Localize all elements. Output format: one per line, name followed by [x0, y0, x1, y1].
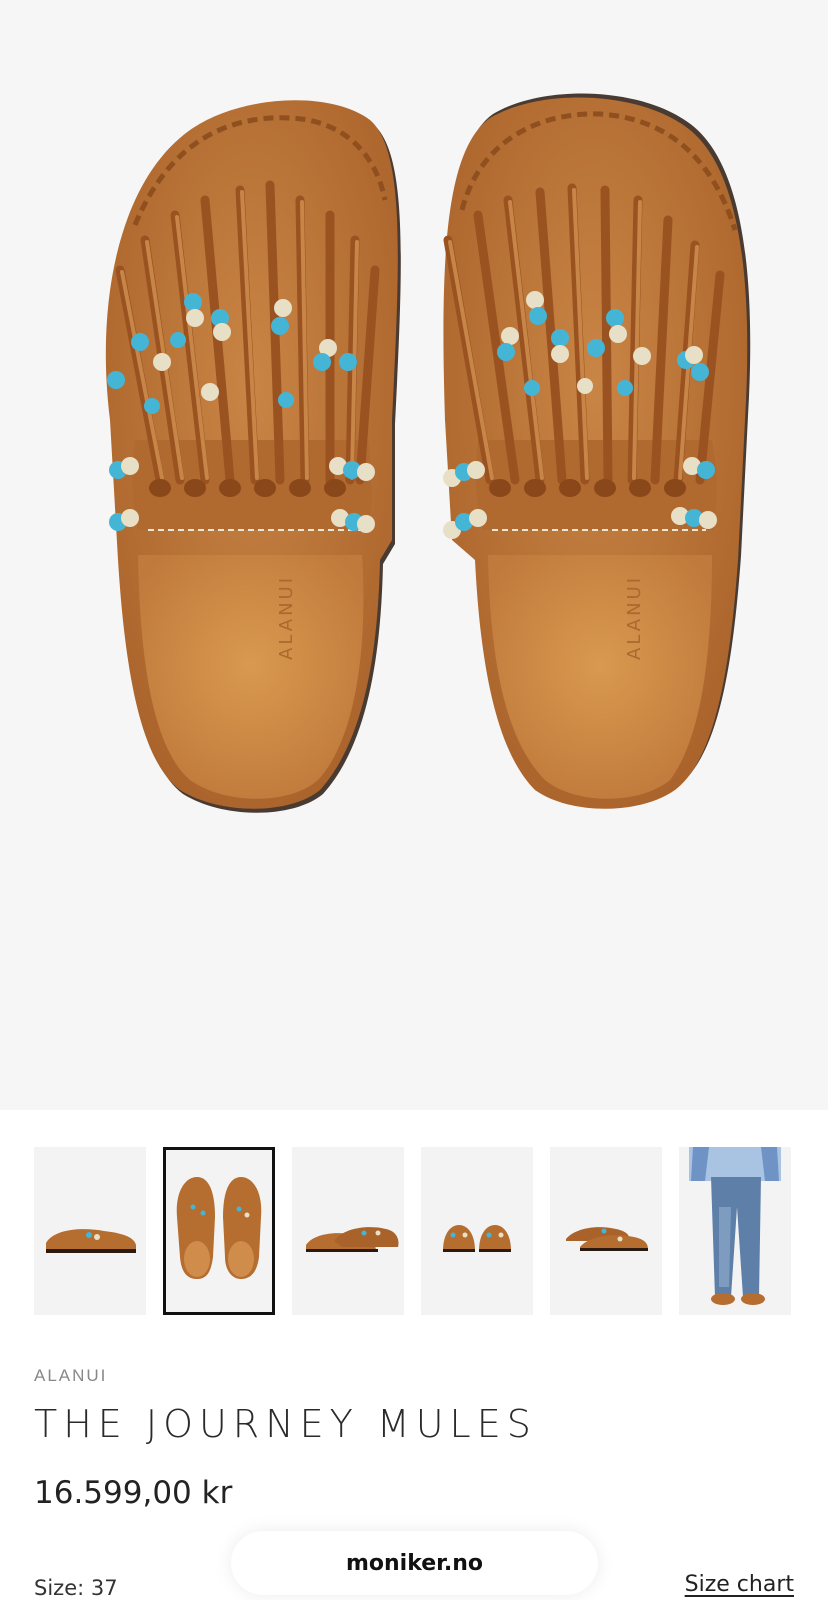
insole-logo-left: ALANUI — [276, 575, 297, 660]
thumbnail-model-wearing-image — [689, 1147, 781, 1305]
product-price: 16.599,00 kr — [34, 1475, 233, 1511]
thumbnail-strip — [34, 1147, 794, 1315]
mules-top-view-illustration: ALANUI ALANUI — [105, 93, 751, 813]
url-text: moniker.no — [345, 1550, 484, 1576]
product-brand[interactable]: ALANUI — [34, 1366, 107, 1386]
main-product-image[interactable]: ALANUI ALANUI — [0, 0, 828, 1110]
thumbnail-side-pair[interactable] — [550, 1147, 662, 1315]
size-chart-link[interactable]: Size chart — [685, 1572, 794, 1597]
left-mule: ALANUI — [105, 100, 401, 813]
insole-logo-right: ALANUI — [624, 575, 645, 660]
product-title: THE JOURNEY MULES — [34, 1402, 537, 1446]
thumbnail-angled-pair[interactable] — [292, 1147, 404, 1315]
size-label: Size: — [34, 1576, 85, 1600]
thumbnail-side-view[interactable] — [34, 1147, 146, 1315]
thumbnail-top-view[interactable] — [163, 1147, 275, 1315]
size-selector[interactable]: Size: 37 — [34, 1576, 118, 1600]
thumbnail-angled-pair-image — [306, 1227, 399, 1252]
thumbnail-side-view-image — [46, 1229, 136, 1253]
thumbnail-side-pair-image — [566, 1227, 648, 1251]
thumbnail-front-view[interactable] — [421, 1147, 533, 1315]
size-value: 37 — [90, 1576, 118, 1600]
browser-url-bar[interactable]: moniker.no — [231, 1531, 598, 1595]
right-mule: ALANUI — [443, 93, 751, 809]
thumbnail-top-view-image — [176, 1177, 262, 1279]
thumbnail-model-wearing[interactable] — [679, 1147, 791, 1315]
thumbnail-front-view-image — [443, 1225, 511, 1252]
